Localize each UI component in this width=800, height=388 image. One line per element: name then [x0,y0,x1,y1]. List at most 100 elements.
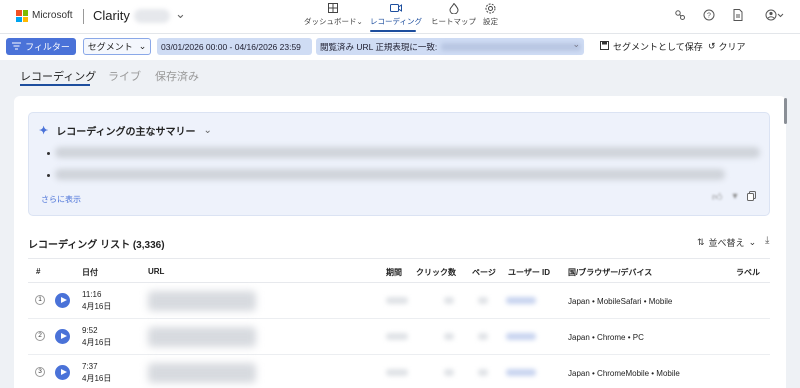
col-label: ラベル [736,268,760,277]
tab-recordings[interactable]: レコーディング [20,68,96,84]
tab-active-indicator [20,84,90,86]
row-url-redacted [148,327,256,347]
row-user-redacted [506,369,536,376]
nav-dashboard[interactable]: ダッシュボード⌄ [304,3,363,27]
segment-dropdown[interactable]: セグメント ⌄ [83,38,151,55]
row-number: 2 [35,331,45,341]
bullet-icon [47,152,50,155]
nav-recordings-label: レコーディング [370,17,422,26]
table-row[interactable]: 2 9:52 4月16日 Japan • Chrome • PC [28,319,770,355]
save-icon [600,41,609,52]
brand-divider [83,9,84,24]
settings-icon [483,3,498,16]
row-user-redacted [506,297,536,304]
sparkle-icon: ✦ [39,125,49,137]
account-icon[interactable] [764,9,786,23]
chevron-down-icon[interactable]: ⌄ [572,39,580,50]
play-icon[interactable] [55,293,70,308]
nav-settings-label: 設定 [483,17,498,26]
nav-heatmaps[interactable]: ヒートマップ [431,2,476,27]
project-selector[interactable] [134,9,170,23]
summary-header[interactable]: ✦ レコーディングの主なサマリー ⌄ [39,123,212,138]
top-bar: Microsoft Clarity ⌄ ダッシュボード⌄ レコーディング ヒート… [0,0,800,34]
thumbs-down-icon[interactable]: ▾ [732,191,737,204]
microsoft-logo-icon [16,10,28,22]
url-filter-chip[interactable]: 閲覧済み URL 正規表現に一致: ⌄ [316,38,584,55]
url-filter-value-redacted [441,42,582,51]
table-row[interactable]: 1 11:16 4月16日 Japan • MobileSafari • Mobi… [28,283,770,319]
col-duration[interactable]: 期間 [386,267,402,278]
summary-title: レコーディングの主なサマリー [56,127,196,138]
content-panel: ✦ レコーディングの主なサマリー ⌄ さらに表示 👍︎ ▾ レコーディング リス… [14,96,786,388]
row-datetime: 9:52 4月16日 [82,326,112,347]
scrollbar-thumb[interactable] [784,98,787,124]
sort-icon: ⇅ [697,237,705,247]
row-geo: Japan • ChromeMobile • Mobile [568,369,680,378]
summary-text-redacted [55,147,760,158]
svg-text:?: ? [707,13,711,20]
row-number: 1 [35,295,45,305]
filter-button[interactable]: フィルター [6,38,76,55]
dashboard-icon [304,3,363,16]
play-icon[interactable] [55,329,70,344]
row-duration-redacted [386,369,408,376]
nav-heatmaps-label: ヒートマップ [431,17,476,26]
row-pages-redacted [478,297,488,304]
table-row[interactable]: 3 7:37 4月16日 Japan • ChromeMobile • Mobil… [28,355,770,388]
col-country-browser-device: 国/ブラウザー/デバイス [568,268,653,277]
save-segment-button[interactable]: セグメントとして保存 [600,40,703,53]
row-datetime: 11:16 4月16日 [82,290,112,311]
save-segment-label: セグメントとして保存 [613,42,703,52]
filter-button-label: フィルター [25,42,70,52]
row-url-redacted [148,291,256,311]
sort-label: 並べ替え [708,238,745,248]
document-icon[interactable] [731,9,745,23]
copy-icon[interactable] [747,191,757,204]
row-geo: Japan • Chrome • PC [568,333,644,342]
nav-recordings[interactable]: レコーディング [370,3,422,27]
chevron-down-icon: ⌄ [138,41,147,51]
date-range-value: 03/01/2026 00:00 - 04/16/2026 23:59 [161,41,301,52]
col-url: URL [148,267,165,276]
row-duration-redacted [386,333,408,340]
heatmap-icon [431,2,476,16]
table-header: # 日付 URL 期間 クリック数 ページ ユーザー ID 国/ブラウザー/デバ… [28,258,770,283]
col-user-id: ユーザー ID [508,268,551,277]
recording-list-title: レコーディング リスト (3,336) [28,240,165,251]
summary-actions: 👍︎ ▾ [712,191,757,204]
show-more-link[interactable]: さらに表示 [41,194,81,205]
chevron-down-icon[interactable]: ⌄ [204,125,212,136]
row-user-redacted [506,333,536,340]
nav-active-indicator [370,30,416,32]
nav-settings[interactable]: 設定 [483,3,498,27]
row-pages-redacted [478,369,488,376]
undo-icon: ↺ [708,41,716,51]
thumbs-up-icon[interactable]: 👍︎ [712,191,722,204]
tab-bar: レコーディング ライブ 保存済み [0,60,800,88]
col-date[interactable]: 日付 [82,267,98,278]
filter-bar: フィルター セグメント ⌄ 03/01/2026 00:00 - 04/16/2… [0,34,800,60]
help-icon[interactable]: ? [702,9,716,23]
recording-icon [370,3,422,16]
share-icon[interactable] [673,9,687,23]
summary-card: ✦ レコーディングの主なサマリー ⌄ さらに表示 👍︎ ▾ [28,112,770,216]
url-filter-label: 閲覧済み URL 正規表現に一致: [320,41,438,52]
date-range-chip[interactable]: 03/01/2026 00:00 - 04/16/2026 23:59 [157,38,312,55]
play-icon[interactable] [55,365,70,380]
row-clicks-redacted [444,333,454,340]
nav-dashboard-label: ダッシュボード⌄ [304,17,363,26]
col-clicks[interactable]: クリック数 [416,267,456,278]
chevron-down-icon: ⌄ [748,237,757,247]
col-number: # [36,267,41,276]
sort-button[interactable]: ⇅ 並べ替え ⌄ [697,236,756,249]
row-datetime: 7:37 4月16日 [82,362,112,383]
col-pages[interactable]: ページ [472,267,496,278]
tab-saved[interactable]: 保存済み [155,68,199,84]
row-geo: Japan • MobileSafari • Mobile [568,297,673,306]
download-icon[interactable]: ⤓ [765,235,769,246]
chevron-down-icon[interactable]: ⌄ [175,6,186,22]
company-name: Microsoft [32,10,73,21]
tab-live[interactable]: ライブ [108,68,141,84]
app-name[interactable]: Clarity [93,8,130,23]
clear-button[interactable]: ↺ クリア [708,40,746,53]
